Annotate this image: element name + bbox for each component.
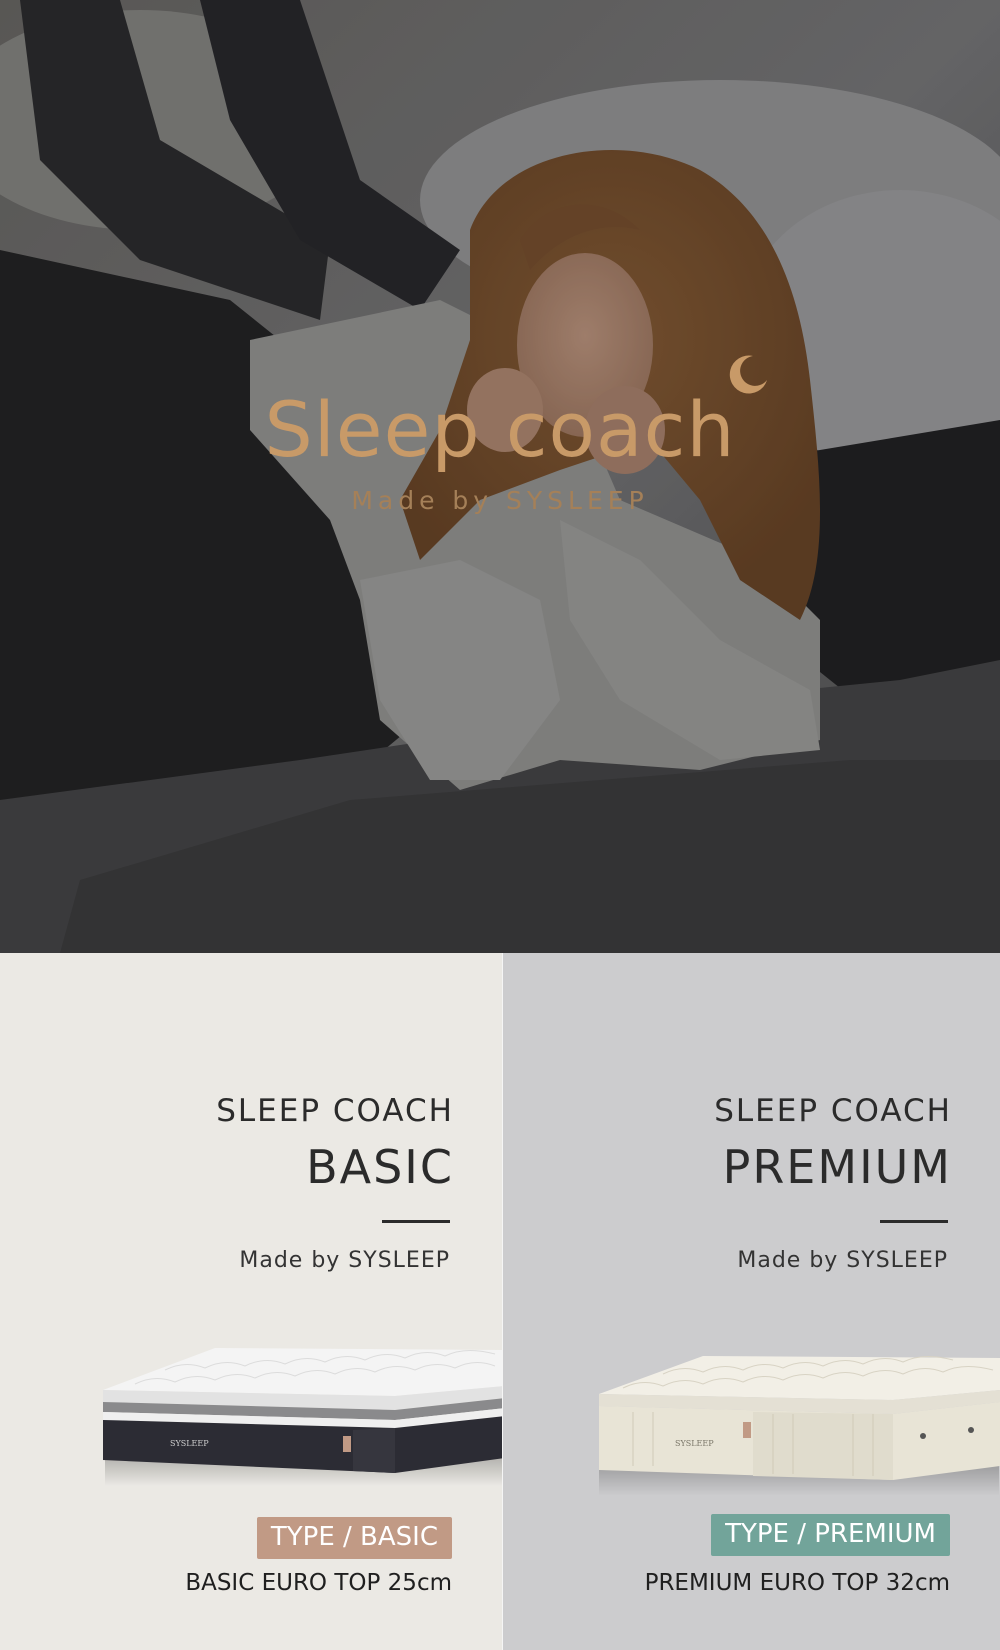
hero-subtitle: Made by SYSLEEP — [351, 486, 649, 515]
product-card-basic[interactable]: SLEEP COACH BASIC Made by SYSLEEP SYSLEE… — [0, 953, 502, 1650]
product-made-by: Made by SYSLEEP — [737, 1248, 948, 1273]
mattress-logo: SYSLEEP — [170, 1439, 209, 1448]
product-name: BASIC — [306, 1140, 454, 1194]
product-spec: PREMIUM EURO TOP 32cm — [644, 1570, 950, 1596]
product-series-title: SLEEP COACH — [216, 1093, 454, 1129]
crescent-moon-icon — [729, 355, 767, 394]
type-badge: TYPE / PREMIUM — [711, 1514, 950, 1556]
hero-title: Sleep coach — [264, 385, 736, 474]
mattress-basic-image: SYSLEEP — [103, 1348, 502, 1486]
hero-banner: Sleep coach Made by SYSLEEP — [0, 0, 1000, 953]
product-made-by: Made by SYSLEEP — [239, 1248, 450, 1273]
title-divider — [382, 1220, 450, 1223]
product-series-title: SLEEP COACH — [714, 1093, 952, 1129]
page: Sleep coach Made by SYSLEEP SLEEP COACH … — [0, 0, 1000, 1650]
mattress-premium-image: SYSLEEP — [599, 1356, 1000, 1496]
mattress-logo: SYSLEEP — [675, 1439, 714, 1448]
type-badge: TYPE / BASIC — [256, 1517, 452, 1559]
product-card-premium[interactable]: SLEEP COACH PREMIUM Made by SYSLEEP SYSL… — [503, 953, 1000, 1650]
title-divider — [880, 1220, 948, 1223]
product-name: PREMIUM — [722, 1140, 952, 1194]
product-spec: BASIC EURO TOP 25cm — [185, 1570, 452, 1596]
hero-dim-overlay — [0, 0, 1000, 953]
